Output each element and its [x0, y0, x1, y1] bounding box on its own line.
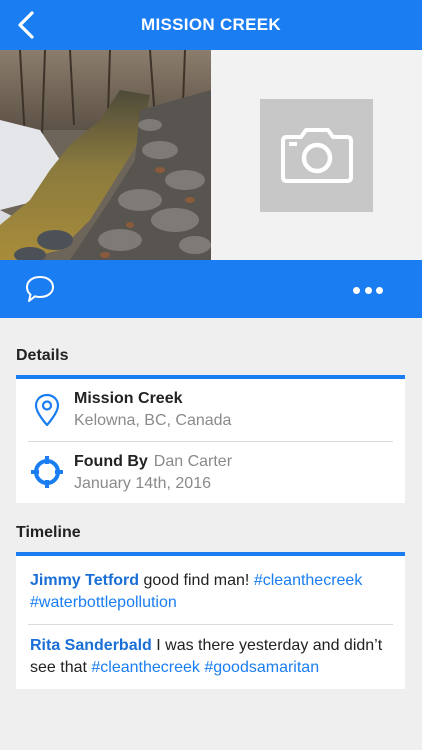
- timeline-user[interactable]: Jimmy Tetford: [30, 572, 139, 589]
- chevron-left-icon: [18, 11, 34, 39]
- ellipsis-icon: [376, 286, 383, 294]
- photo-gallery: [0, 50, 422, 260]
- found-by: Found By Dan Carter: [74, 453, 232, 471]
- comment-button[interactable]: [24, 274, 58, 306]
- crosshair-icon: [31, 456, 63, 488]
- hashtag-link[interactable]: #cleanthecreek: [254, 572, 363, 589]
- location-place: Kelowna, BC, Canada: [74, 412, 232, 429]
- details-card: Mission Creek Kelowna, BC, Canada Found …: [16, 375, 405, 503]
- hashtag-link[interactable]: #waterbottlepollution: [30, 594, 177, 611]
- camera-icon: [280, 128, 353, 183]
- found-by-label: Found By: [74, 453, 148, 470]
- found-date: January 14th, 2016: [74, 475, 211, 492]
- timeline-heading: Timeline: [16, 524, 81, 541]
- creek-photo-image: [0, 50, 211, 260]
- timeline-entry: Jimmy Tetford good find man! #cleanthecr…: [28, 556, 393, 624]
- back-button[interactable]: [10, 8, 42, 42]
- timeline-card: Jimmy Tetford good find man! #cleanthecr…: [16, 552, 405, 689]
- add-photo-button[interactable]: [260, 98, 373, 212]
- details-heading: Details: [16, 347, 69, 364]
- more-options-button[interactable]: [350, 281, 386, 299]
- timeline-text: good find man!: [139, 572, 254, 589]
- hashtag-link[interactable]: #goodsamaritan: [204, 659, 319, 676]
- top-bar: MISSION CREEK: [0, 0, 422, 50]
- timeline-user[interactable]: Rita Sanderbald: [30, 637, 152, 654]
- map-pin-icon: [34, 393, 60, 427]
- hashtag-link[interactable]: #cleanthecreek: [91, 659, 200, 676]
- ellipsis-icon: [353, 286, 360, 294]
- creek-photo[interactable]: [0, 50, 211, 260]
- finder-name[interactable]: Dan Carter: [154, 453, 232, 470]
- action-bar: [0, 260, 422, 318]
- speech-bubble-icon: [26, 276, 54, 302]
- page-title: MISSION CREEK: [141, 15, 281, 34]
- found-by-row[interactable]: Found By Dan Carter January 14th, 2016: [28, 441, 393, 503]
- timeline-entry: Rita Sanderbald I was there yesterday an…: [28, 624, 393, 689]
- ellipsis-icon: [364, 286, 372, 294]
- location-row[interactable]: Mission Creek Kelowna, BC, Canada: [28, 379, 393, 441]
- add-photo-area: [211, 50, 422, 260]
- location-name: Mission Creek: [74, 390, 183, 407]
